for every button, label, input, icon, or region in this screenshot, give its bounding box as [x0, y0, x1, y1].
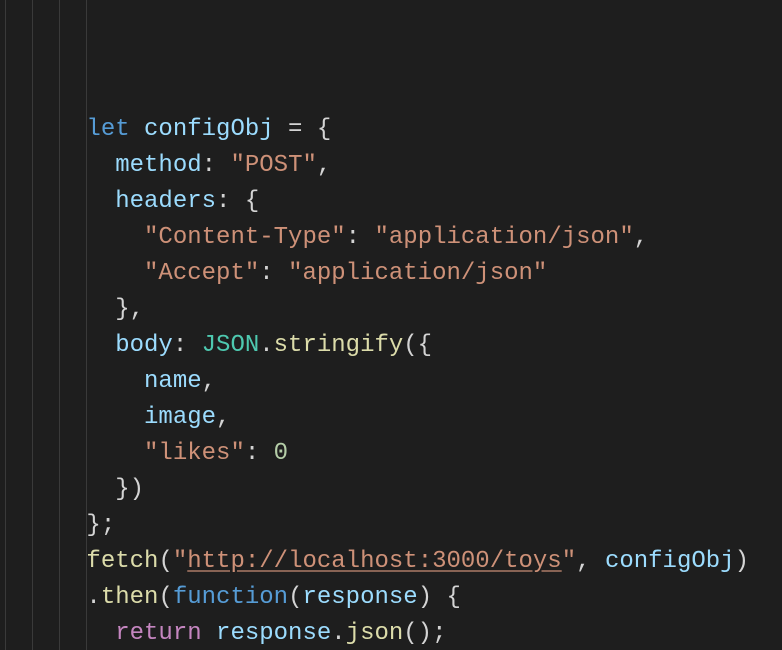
code-token: stringify — [274, 332, 404, 359]
code-token: return — [115, 620, 201, 647]
indent — [0, 116, 86, 143]
code-token: ) — [735, 548, 749, 575]
code-token: json — [346, 620, 404, 647]
code-line[interactable]: headers: { — [0, 184, 782, 220]
code-line[interactable]: }) — [0, 472, 782, 508]
code-line[interactable]: fetch("http://localhost:3000/toys", conf… — [0, 544, 782, 580]
code-token: "application/json" — [288, 260, 547, 287]
code-line[interactable]: "Accept": "application/json" — [0, 256, 782, 292]
code-token: ({ — [403, 332, 432, 359]
code-token: http://localhost:3000/toys — [187, 548, 561, 575]
code-token: JSON — [202, 332, 260, 359]
indent — [0, 404, 144, 431]
code-token — [202, 620, 216, 647]
code-token: configObj — [605, 548, 735, 575]
code-token: name — [144, 368, 202, 395]
indent — [0, 260, 144, 287]
indent — [0, 152, 115, 179]
indent — [0, 476, 115, 503]
code-token: image — [144, 404, 216, 431]
indent — [0, 584, 86, 611]
code-token: , — [216, 404, 230, 431]
code-token: fetch — [86, 548, 158, 575]
code-token: = { — [274, 116, 332, 143]
code-token: }, — [115, 296, 144, 323]
code-token: "Accept" — [144, 260, 259, 287]
code-token: , — [576, 548, 605, 575]
code-token: "Content-Type" — [144, 224, 346, 251]
code-token: 0 — [274, 440, 288, 467]
code-line[interactable]: "likes": 0 — [0, 436, 782, 472]
code-token: : — [173, 332, 202, 359]
code-token: , — [634, 224, 648, 251]
code-token: , — [202, 368, 216, 395]
indent — [0, 368, 144, 395]
indent — [0, 224, 144, 251]
code-token: ( — [158, 548, 172, 575]
code-token: , — [317, 152, 331, 179]
code-token: let — [86, 116, 144, 143]
code-token: }; — [86, 512, 115, 539]
code-token: "likes" — [144, 440, 245, 467]
indent — [0, 620, 115, 647]
code-token: ( — [158, 584, 172, 611]
code-token: response — [216, 620, 331, 647]
code-line[interactable]: image, — [0, 400, 782, 436]
code-editor[interactable]: let configObj = { method: "POST", header… — [0, 0, 782, 650]
code-token: : — [346, 224, 375, 251]
code-token: headers — [115, 188, 216, 215]
code-line[interactable]: let configObj = { — [0, 112, 782, 148]
code-token: : { — [216, 188, 259, 215]
code-line[interactable]: .then(function(response) { — [0, 580, 782, 616]
code-token: . — [259, 332, 273, 359]
code-token: ) { — [418, 584, 461, 611]
code-token: ( — [288, 584, 302, 611]
code-block[interactable]: let configObj = { method: "POST", header… — [0, 112, 782, 650]
code-token: body — [115, 332, 173, 359]
code-token: . — [331, 620, 345, 647]
indent — [0, 332, 115, 359]
code-token: }) — [115, 476, 144, 503]
code-token: . — [86, 584, 100, 611]
code-token: response — [302, 584, 417, 611]
code-line[interactable]: return response.json(); — [0, 616, 782, 650]
indent — [0, 296, 115, 323]
indent — [0, 440, 144, 467]
indent — [0, 512, 86, 539]
code-line[interactable]: method: "POST", — [0, 148, 782, 184]
code-token: then — [101, 584, 159, 611]
code-token: method — [115, 152, 201, 179]
code-token: : — [245, 440, 274, 467]
indent — [0, 188, 115, 215]
code-line[interactable]: name, — [0, 364, 782, 400]
code-line[interactable]: body: JSON.stringify({ — [0, 328, 782, 364]
code-token: " — [562, 548, 576, 575]
code-token: "POST" — [230, 152, 316, 179]
code-token: (); — [403, 620, 446, 647]
indent — [0, 548, 86, 575]
code-token: : — [202, 152, 231, 179]
code-line[interactable]: }; — [0, 508, 782, 544]
code-line[interactable]: "Content-Type": "application/json", — [0, 220, 782, 256]
code-line[interactable]: }, — [0, 292, 782, 328]
code-token: " — [173, 548, 187, 575]
code-token: configObj — [144, 116, 274, 143]
code-token: "application/json" — [374, 224, 633, 251]
code-token: : — [259, 260, 288, 287]
code-token: function — [173, 584, 288, 611]
